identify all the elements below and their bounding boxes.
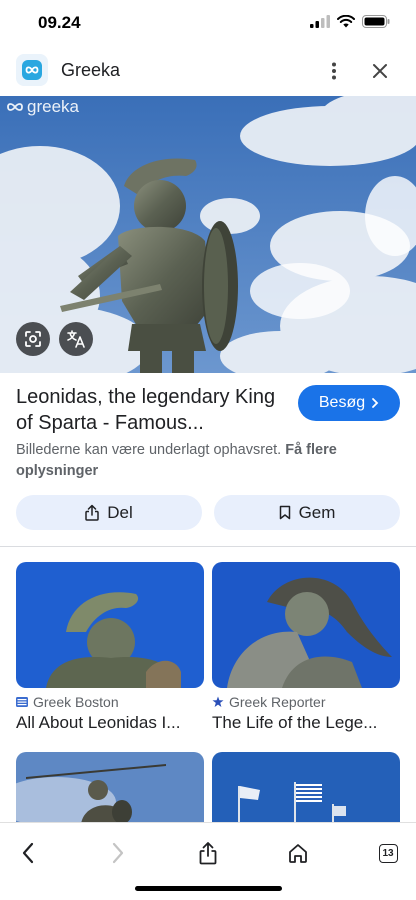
signal-icon: [310, 15, 330, 28]
leonidas-helmet-image-1: [16, 562, 204, 688]
related-source-name: Greek Boston: [33, 694, 119, 710]
related-image[interactable]: [16, 752, 204, 824]
back-button[interactable]: [8, 833, 48, 873]
related-source-name: Greek Reporter: [229, 694, 326, 710]
greek-flags-image: [212, 752, 400, 824]
greeka-logo-icon: [16, 54, 48, 86]
related-image[interactable]: [212, 562, 400, 688]
greeka-watermark-icon: [7, 103, 23, 111]
tab-count-badge: 13: [378, 843, 398, 863]
share-label: Del: [107, 502, 133, 522]
related-result-card[interactable]: Greek Boston All About Leonidas I...: [16, 562, 204, 733]
leonidas-helmet-image-2: [212, 562, 400, 688]
save-button[interactable]: Gem: [214, 495, 400, 530]
related-result-card[interactable]: Greek Reporter The Life of the Lege...: [212, 562, 400, 733]
lens-search-button[interactable]: [16, 322, 50, 356]
translate-icon: [67, 330, 85, 348]
section-divider: [0, 546, 416, 547]
more-options-icon[interactable]: [322, 59, 346, 83]
share-icon: [199, 842, 217, 865]
share-icon: [85, 504, 99, 521]
copyright-notice: Billederne kan være underlagt ophavsret.…: [16, 440, 366, 482]
chevron-right-icon: [112, 842, 124, 864]
home-icon: [289, 844, 307, 863]
forward-button[interactable]: [98, 833, 138, 873]
share-button[interactable]: Del: [16, 495, 202, 530]
chevron-right-icon: [372, 398, 379, 408]
save-label: Gem: [298, 502, 336, 522]
greek-reporter-favicon: [212, 696, 224, 707]
action-row: Del Gem: [16, 495, 400, 530]
status-time: 09.24: [38, 13, 81, 32]
tabs-button[interactable]: 13: [368, 833, 408, 873]
related-title[interactable]: The Life of the Lege...: [212, 713, 392, 733]
related-title[interactable]: All About Leonidas I...: [16, 713, 196, 733]
hero-image[interactable]: greeka: [0, 96, 416, 373]
chevron-left-icon: [22, 842, 34, 864]
status-bar: 09.24: [0, 0, 416, 44]
status-icons: [310, 15, 390, 28]
result-title[interactable]: Leonidas, the legendary King of Sparta -…: [16, 384, 284, 436]
home-indicator: [135, 886, 282, 891]
close-icon[interactable]: [368, 59, 392, 83]
watermark-text: greeka: [27, 97, 79, 116]
visit-button[interactable]: Besøg: [298, 385, 400, 421]
lens-icon: [25, 331, 41, 347]
greek-boston-favicon: [16, 697, 28, 707]
greeka-watermark: greeka: [6, 97, 79, 117]
spear-statue-image: [16, 752, 204, 824]
header-bar: Greeka: [0, 44, 416, 96]
related-image[interactable]: [16, 562, 204, 688]
related-source: Greek Boston: [16, 694, 204, 710]
bookmark-icon: [279, 505, 290, 520]
related-image[interactable]: [212, 752, 400, 824]
related-source: Greek Reporter: [212, 694, 400, 710]
share-page-button[interactable]: [188, 833, 228, 873]
page-title: Greeka: [61, 60, 121, 80]
home-button[interactable]: [278, 833, 318, 873]
translate-button[interactable]: [59, 322, 93, 356]
wifi-icon: [337, 15, 355, 28]
copyright-text: Billederne kan være underlagt ophavsret.: [16, 442, 282, 458]
visit-button-label: Besøg: [318, 394, 366, 411]
battery-icon: [362, 15, 390, 28]
